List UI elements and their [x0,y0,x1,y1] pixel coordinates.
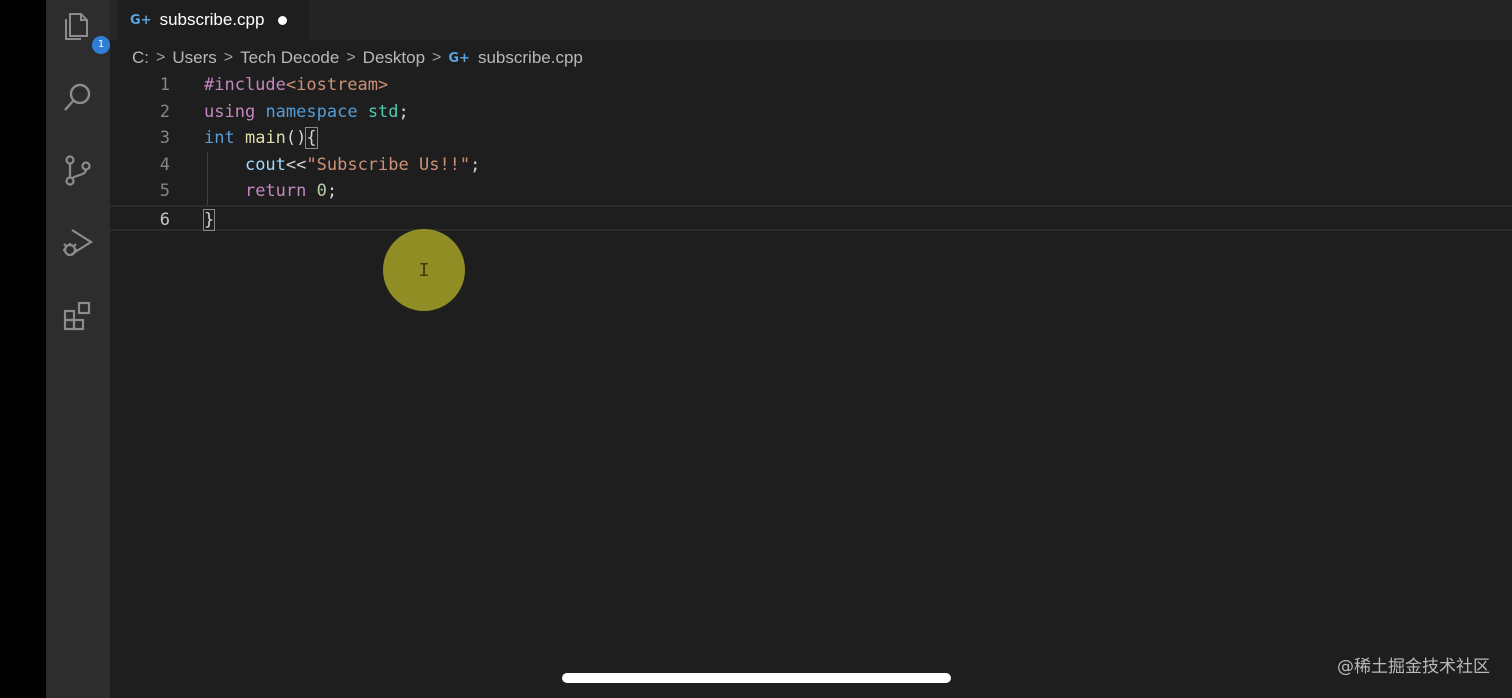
source-control-icon[interactable] [58,150,98,190]
tab-subscribe-cpp[interactable]: G+ subscribe.cpp [118,0,310,40]
code-line[interactable]: 1 #include<iostream> [110,72,1512,99]
code-text: cout<<"Subscribe Us!!"; [204,152,480,179]
line-number: 1 [159,75,170,95]
breadcrumb-item-file[interactable]: subscribe.cpp [478,48,583,68]
breadcrumb: C: > Users > Tech Decode > Desktop > G+ … [132,44,583,72]
line-number: 6 [159,209,170,230]
code-text: } [202,207,216,234]
search-icon[interactable] [58,78,98,118]
activity-bar: 1 [46,0,110,698]
code-line[interactable]: 6} [110,204,1512,234]
code-line[interactable]: 2 using namespace std; [110,99,1512,126]
code-token: cout [244,154,286,175]
extensions-icon[interactable] [58,296,98,336]
matched-bracket: { [305,127,318,149]
cpp-file-icon: G+ [130,12,152,28]
breadcrumb-item-tech-decode[interactable]: Tech Decode [240,48,339,68]
unsaved-dot-icon[interactable] [278,15,288,25]
code-token: ; [326,181,338,201]
matched-bracket: } [202,208,216,231]
code-token: namespace [265,101,358,122]
code-token: 0 [316,181,327,201]
breadcrumb-item-users[interactable]: Users [172,48,216,68]
code-token: std [367,101,399,122]
breadcrumb-item-drive[interactable]: C: [132,48,149,68]
home-indicator[interactable] [562,673,951,683]
chevron-right-icon: > [432,49,442,66]
breadcrumb-item-desktop[interactable]: Desktop [363,48,425,68]
mouse-cursor-highlight: I [383,229,465,311]
run-debug-icon[interactable] [58,222,98,262]
code-text: using namespace std; [204,99,409,126]
tab-label: subscribe.cpp [159,10,265,29]
screen-frame: 1 G+ subscribe.cpp C: > Users > Tech Dec… [0,0,1512,698]
code-line[interactable]: 3 int main(){ [110,125,1512,152]
chevron-right-icon: > [346,49,356,66]
line-number: 4 [159,154,170,175]
code-text: int main(){ [204,125,318,152]
line-number: 2 [159,101,170,122]
code-token: "Subscribe Us!!" [306,154,471,175]
code-editor[interactable]: 1 #include<iostream> 2 using namespace std;… [110,72,1512,231]
cpp-file-icon: G+ [448,50,470,66]
code-token: int [204,128,235,148]
code-token: () [285,128,307,148]
code-token: ; [470,154,481,175]
line-number: 5 [159,181,170,201]
code-line[interactable]: 4 cout<<"Subscribe Us!!"; [110,151,1512,179]
text-cursor-icon: I [418,259,430,281]
code-text: return 0; [204,178,337,205]
line-number: 3 [159,128,170,148]
code-token: <iostream> [285,75,389,95]
chevron-right-icon: > [156,49,166,66]
code-token: using [204,101,256,122]
editor-area: G+ subscribe.cpp C: > Users > Tech Decod… [110,0,1512,698]
code-text: #include<iostream> [204,72,388,99]
code-token: ; [398,101,409,122]
chevron-right-icon: > [223,49,234,66]
watermark: @稀土掘金技术社区 [1337,657,1490,677]
explorer-icon[interactable]: 1 [58,6,110,54]
tab-bar: G+ subscribe.cpp [110,0,1512,40]
code-token: << [285,154,307,175]
code-line[interactable]: 5 return 0; [110,178,1512,205]
code-token: return [244,181,307,201]
code-token: #include [204,75,286,95]
code-token: main [244,128,286,148]
explorer-badge: 1 [92,36,110,54]
